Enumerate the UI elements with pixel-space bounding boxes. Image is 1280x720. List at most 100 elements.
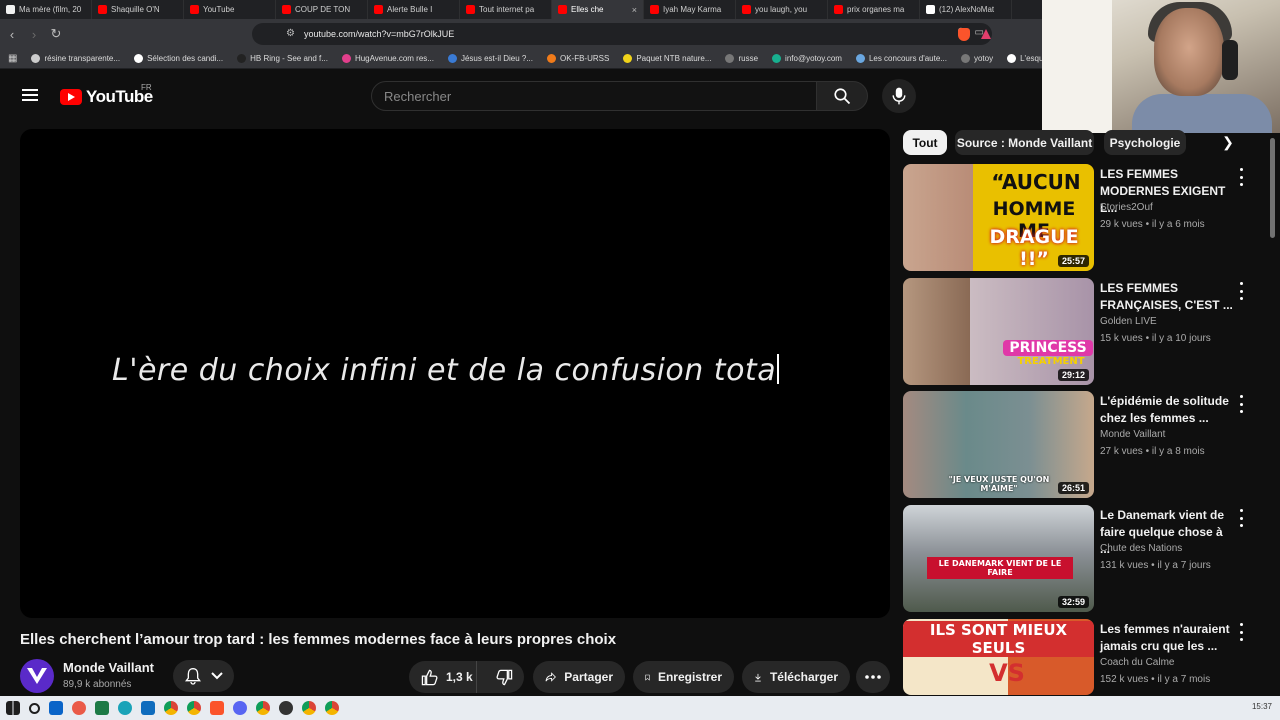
chip-all[interactable]: Tout xyxy=(903,130,947,155)
video-player[interactable]: L'ère du choix infini et de la confusion… xyxy=(20,129,890,618)
channel-name[interactable]: Monde Vaillant xyxy=(63,660,154,675)
browser-tab[interactable]: (12) AlexNoMat xyxy=(920,0,1012,19)
more-vertical-icon[interactable] xyxy=(1237,168,1245,186)
browser-tab[interactable]: Tout internet pa xyxy=(460,0,552,19)
thumbs-down-icon xyxy=(496,669,513,685)
chrome-icon[interactable] xyxy=(187,701,201,715)
bookmark-label: Sélection des candi... xyxy=(147,54,224,63)
save-button[interactable]: Enregistrer xyxy=(633,661,734,693)
subscription-bell-button[interactable] xyxy=(173,660,234,692)
dislike-button[interactable] xyxy=(485,661,524,693)
apps-grid-icon[interactable]: ▦ xyxy=(8,53,17,64)
app-icon[interactable] xyxy=(72,701,86,715)
bookmark-item[interactable]: Les concours d'aute... xyxy=(855,54,947,63)
tab-label: Elles che xyxy=(571,5,604,14)
bookmark-item[interactable]: L'esqu xyxy=(1007,54,1043,63)
bookmark-item[interactable]: Sélection des candi... xyxy=(134,54,223,63)
chevron-right-icon[interactable]: ❯ xyxy=(1216,130,1240,155)
bookmark-label: yotoy xyxy=(973,54,994,63)
recommendation-item[interactable]: PRINCESS TREATMENT 29:12 LES FEMMES FRAN… xyxy=(903,278,1253,385)
excel-icon[interactable] xyxy=(95,701,109,715)
video-thumbnail[interactable]: PRINCESS TREATMENT 29:12 xyxy=(903,278,1094,385)
chip-source[interactable]: Source : Monde Vaillant xyxy=(955,130,1094,155)
reload-icon[interactable]: ↻ xyxy=(46,24,66,44)
brave-icon[interactable] xyxy=(210,701,224,715)
edge-icon[interactable] xyxy=(118,701,132,715)
bookmark-item[interactable]: russe xyxy=(725,54,758,63)
recommendation-item[interactable]: "JE VEUX JUSTE QU'ON M'AIME" 26:51 L'épi… xyxy=(903,391,1253,498)
browser-tab[interactable]: Iyah May Karma xyxy=(644,0,736,19)
bookmark-item[interactable]: Jésus est-il Dieu ?... xyxy=(447,54,533,63)
bookmark-item[interactable]: yotoy xyxy=(960,54,994,63)
youtube-logo[interactable]: YouTube xyxy=(60,87,153,107)
tab-favicon-icon xyxy=(558,5,567,14)
country-code: FR xyxy=(141,83,152,92)
back-icon[interactable]: ‹ xyxy=(2,24,22,44)
more-vertical-icon[interactable] xyxy=(1237,282,1245,300)
app-icon[interactable] xyxy=(279,701,293,715)
bookmark-favicon-icon xyxy=(237,54,247,63)
browser-tab[interactable]: Shaquille O'N xyxy=(92,0,184,19)
browser-tab[interactable]: YouTube xyxy=(184,0,276,19)
video-thumbnail[interactable]: LE DANEMARK VIENT DE LE FAIRE 32:59 xyxy=(903,505,1094,612)
system-clock: 15:37 xyxy=(1251,702,1272,711)
close-tab-icon[interactable]: × xyxy=(632,5,637,15)
browser-tab-active[interactable]: Elles che × xyxy=(552,0,644,19)
discord-icon[interactable] xyxy=(233,701,247,715)
forward-icon[interactable]: › xyxy=(24,24,44,44)
recommendation-item[interactable]: ILS SONT MIEUX SEULS VS Les femmes n'aur… xyxy=(903,619,1253,695)
bookmark-item[interactable]: Paquet NTB nature... xyxy=(623,54,711,63)
scrollbar-thumb[interactable] xyxy=(1270,138,1275,238)
chrome-icon[interactable] xyxy=(325,701,339,715)
chrome-icon[interactable] xyxy=(256,701,270,715)
address-bar[interactable]: ⚙ youtube.com/watch?v=mbG7rOlkJUE ⚲ ▭ xyxy=(252,23,992,45)
recommendation-channel[interactable]: Golden LIVE xyxy=(1100,316,1157,327)
recommendation-title[interactable]: Les femmes n'auraient jamais cru que les… xyxy=(1100,621,1234,655)
taskbar-search-icon[interactable] xyxy=(29,702,40,714)
video-thumbnail[interactable]: ILS SONT MIEUX SEULS VS xyxy=(903,619,1094,695)
more-actions-button[interactable] xyxy=(856,661,890,693)
channel-avatar[interactable] xyxy=(20,659,54,693)
bookmark-item[interactable]: HugAvenue.com res... xyxy=(341,54,434,63)
search-input[interactable]: Rechercher xyxy=(371,81,817,111)
video-thumbnail[interactable]: "JE VEUX JUSTE QU'ON M'AIME" 26:51 xyxy=(903,391,1094,498)
chrome-icon[interactable] xyxy=(302,701,316,715)
recommendation-channel[interactable]: Stories2Ouf xyxy=(1100,202,1153,213)
menu-icon[interactable] xyxy=(22,89,38,101)
like-button[interactable]: 1,3 k xyxy=(409,661,477,693)
recommendation-channel[interactable]: Chute des Nations xyxy=(1100,543,1182,554)
recommendation-title[interactable]: L'épidémie de solitude chez les femmes .… xyxy=(1100,393,1234,427)
video-thumbnail[interactable]: “AUCUN HOMME ME DRAGUE !!” 25:57 xyxy=(903,164,1094,271)
page-scrollbar[interactable] xyxy=(1268,130,1276,695)
more-vertical-icon[interactable] xyxy=(1237,395,1245,413)
recommendation-title[interactable]: LES FEMMES FRANÇAISES, C'EST ... xyxy=(1100,280,1234,314)
more-vertical-icon[interactable] xyxy=(1237,509,1245,527)
recommendation-item[interactable]: LE DANEMARK VIENT DE LE FAIRE 32:59 Le D… xyxy=(903,505,1253,612)
recommendation-channel[interactable]: Coach du Calme xyxy=(1100,657,1174,668)
browser-tab[interactable]: Alerte Bulle I xyxy=(368,0,460,19)
recommendation-channel[interactable]: Monde Vaillant xyxy=(1100,429,1165,440)
brave-shield-icon[interactable] xyxy=(958,28,970,41)
search-button[interactable] xyxy=(816,81,868,111)
bookmark-item[interactable]: info@yotoy.com xyxy=(772,54,842,63)
windows-start-icon[interactable] xyxy=(6,701,20,715)
browser-tab[interactable]: you laugh, you xyxy=(736,0,828,19)
outlook-mail-icon[interactable] xyxy=(141,701,155,715)
brave-rewards-icon[interactable] xyxy=(981,29,991,39)
more-vertical-icon[interactable] xyxy=(1237,623,1245,641)
browser-tab[interactable]: COUP DE TON xyxy=(276,0,368,19)
download-button[interactable]: Télécharger xyxy=(742,661,850,693)
browser-tab[interactable]: Ma mère (film, 20 xyxy=(0,0,92,19)
browser-tab[interactable]: prix organes ma xyxy=(828,0,920,19)
recommendation-item[interactable]: “AUCUN HOMME ME DRAGUE !!” 25:57 LES FEM… xyxy=(903,164,1253,271)
search-placeholder: Rechercher xyxy=(384,88,452,104)
site-info-icon[interactable]: ⚙ xyxy=(286,28,295,39)
chip-psychology[interactable]: Psychologie xyxy=(1104,130,1186,155)
outlook-icon[interactable] xyxy=(49,701,63,715)
chrome-icon[interactable] xyxy=(164,701,178,715)
voice-search-button[interactable] xyxy=(882,79,916,113)
bookmark-item[interactable]: HB Ring - See and f... xyxy=(237,54,328,63)
bookmark-item[interactable]: résine transparente... xyxy=(31,54,120,63)
share-button[interactable]: Partager xyxy=(533,661,625,693)
bookmark-item[interactable]: OK-FB-URSS xyxy=(546,54,609,63)
